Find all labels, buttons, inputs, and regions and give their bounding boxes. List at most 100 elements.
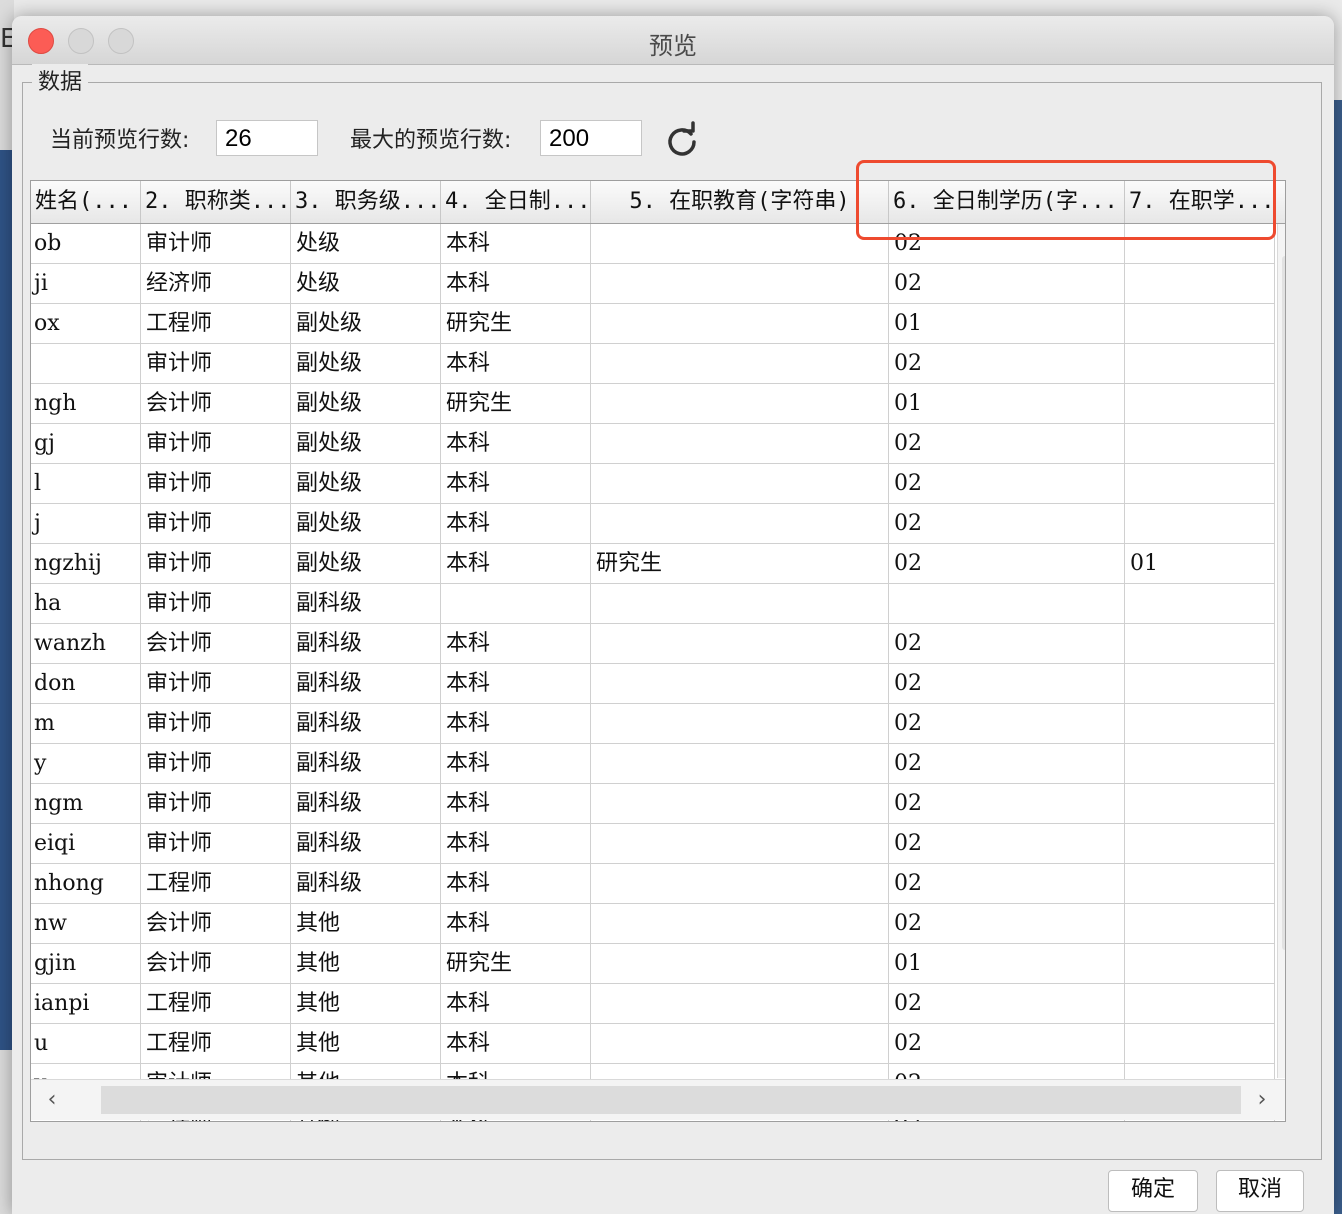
cell-fulltime-edu: 本科 [441,904,591,944]
scroll-right-icon[interactable]: › [1247,1084,1277,1116]
table-row[interactable]: don 审计师 副科级 本科 02 [31,664,1275,704]
cell-name: eiqi [31,824,141,864]
cell-inservice-edu [591,984,889,1024]
vertical-scroll-thumb[interactable] [1282,256,1285,950]
cell-fulltime-degree: 02 [889,624,1125,664]
cell-inservice-edu [591,344,889,384]
column-header-inservice-edu[interactable]: 5. 在职教育(字符串) [591,181,889,223]
cell-fulltime-edu: 本科 [441,784,591,824]
column-header-fulltime-edu[interactable]: 4. 全日制... [441,181,591,223]
cell-inservice-edu [591,864,889,904]
cell-fulltime-edu: 本科 [441,344,591,384]
column-header-position-level[interactable]: 3. 职务级... [291,181,441,223]
cell-fulltime-degree: 02 [889,824,1125,864]
cell-title-category: 工程师 [141,864,291,904]
cancel-button[interactable]: 取消 [1216,1170,1304,1212]
cell-fulltime-degree: 02 [889,464,1125,504]
table-row[interactable]: 审计师 副处级 本科 02 [31,344,1275,384]
cell-inservice-edu [591,424,889,464]
table-row[interactable]: nhong 工程师 副科级 本科 02 [31,864,1275,904]
cell-position-level: 副科级 [291,704,441,744]
cell-title-category: 工程师 [141,1024,291,1064]
cell-position-level: 其他 [291,984,441,1024]
refresh-button[interactable] [662,120,702,160]
cell-inservice-degree [1125,824,1275,864]
table-row[interactable]: u 工程师 其他 本科 02 [31,1024,1275,1064]
cell-name: l [31,464,141,504]
table-row[interactable]: ob 审计师 处级 本科 02 [31,224,1275,264]
cell-position-level: 副科级 [291,664,441,704]
current-rows-field[interactable]: 26 [216,120,318,156]
cell-inservice-edu [591,704,889,744]
cell-title-category: 会计师 [141,384,291,424]
column-header-title-category[interactable]: 2. 职称类... [141,181,291,223]
current-rows-label: 当前预览行数: [50,128,190,153]
table-row[interactable]: ji 经济师 处级 本科 02 [31,264,1275,304]
cell-fulltime-edu: 研究生 [441,384,591,424]
cell-name: ox [31,304,141,344]
cell-inservice-edu [591,624,889,664]
cell-fulltime-degree: 02 [889,264,1125,304]
cell-position-level: 副处级 [291,384,441,424]
cell-position-level: 副处级 [291,424,441,464]
table-row[interactable]: ngh 会计师 副处级 研究生 01 [31,384,1275,424]
cell-fulltime-degree: 01 [889,304,1125,344]
table-row[interactable]: ngzhij 审计师 副处级 本科 研究生 02 01 [31,544,1275,584]
table-row[interactable]: nw 会计师 其他 本科 02 [31,904,1275,944]
cell-inservice-edu [591,904,889,944]
cell-name: u [31,1024,141,1064]
cell-fulltime-edu [441,584,591,624]
column-header-inservice-degree[interactable]: 7. 在职学... [1125,181,1275,223]
preview-dialog: 预览 数据 当前预览行数: 26 最大的预览行数: 200 姓名(... 2. 职… [12,16,1334,1214]
cell-position-level: 副科级 [291,824,441,864]
cell-inservice-degree [1125,944,1275,984]
scroll-down-icon[interactable]: ⌄ [1278,1050,1285,1078]
cell-fulltime-edu: 本科 [441,864,591,904]
cell-title-category: 审计师 [141,784,291,824]
table-row[interactable]: gjin 会计师 其他 研究生 01 [31,944,1275,984]
scroll-up-icon[interactable]: ⌃ [1278,226,1285,254]
title-bar: 预览 [12,16,1334,65]
cell-fulltime-degree: 02 [889,424,1125,464]
cell-position-level: 副处级 [291,544,441,584]
cell-name: wanzh [31,624,141,664]
table-row[interactable]: ha 审计师 副科级 [31,584,1275,624]
cell-name: m [31,704,141,744]
table-row[interactable]: gj 审计师 副处级 本科 02 [31,424,1275,464]
table-row[interactable]: ox 工程师 副处级 研究生 01 [31,304,1275,344]
cell-fulltime-degree: 02 [889,224,1125,264]
cell-name [31,344,141,384]
column-header-name[interactable]: 姓名(... [31,181,141,223]
column-header-fulltime-degree[interactable]: 6. 全日制学历(字... [889,181,1125,223]
cell-fulltime-degree: 02 [889,344,1125,384]
vertical-scrollbar[interactable]: ⌃ ⌄ [1277,224,1285,1078]
table-row[interactable]: ngm 审计师 副科级 本科 02 [31,784,1275,824]
table-row[interactable]: ianpi 工程师 其他 本科 02 [31,984,1275,1024]
cell-inservice-edu [591,584,889,624]
max-rows-field[interactable]: 200 [540,120,642,156]
cell-inservice-degree [1125,224,1275,264]
ok-button[interactable]: 确定 [1108,1170,1198,1212]
cell-name: nw [31,904,141,944]
table-row[interactable]: j 审计师 副处级 本科 02 [31,504,1275,544]
cell-name: j [31,504,141,544]
cell-inservice-edu [591,304,889,344]
cell-inservice-degree [1125,584,1275,624]
cell-title-category: 工程师 [141,984,291,1024]
cell-name: ha [31,584,141,624]
cell-fulltime-edu: 本科 [441,744,591,784]
table-row[interactable]: m 审计师 副科级 本科 02 [31,704,1275,744]
table-row[interactable]: wanzh 会计师 副科级 本科 02 [31,624,1275,664]
cell-fulltime-degree [889,584,1125,624]
table-row[interactable]: eiqi 审计师 副科级 本科 02 [31,824,1275,864]
horizontal-scrollbar[interactable]: ‹ › [31,1079,1285,1120]
cell-title-category: 审计师 [141,344,291,384]
cell-fulltime-edu: 本科 [441,264,591,304]
cell-name: ob [31,224,141,264]
cell-inservice-degree [1125,904,1275,944]
table-row[interactable]: l 审计师 副处级 本科 02 [31,464,1275,504]
scroll-left-icon[interactable]: ‹ [37,1084,67,1116]
cell-inservice-edu [591,384,889,424]
table-row[interactable]: y 审计师 副科级 本科 02 [31,744,1275,784]
horizontal-scroll-thumb[interactable] [101,1086,1241,1114]
